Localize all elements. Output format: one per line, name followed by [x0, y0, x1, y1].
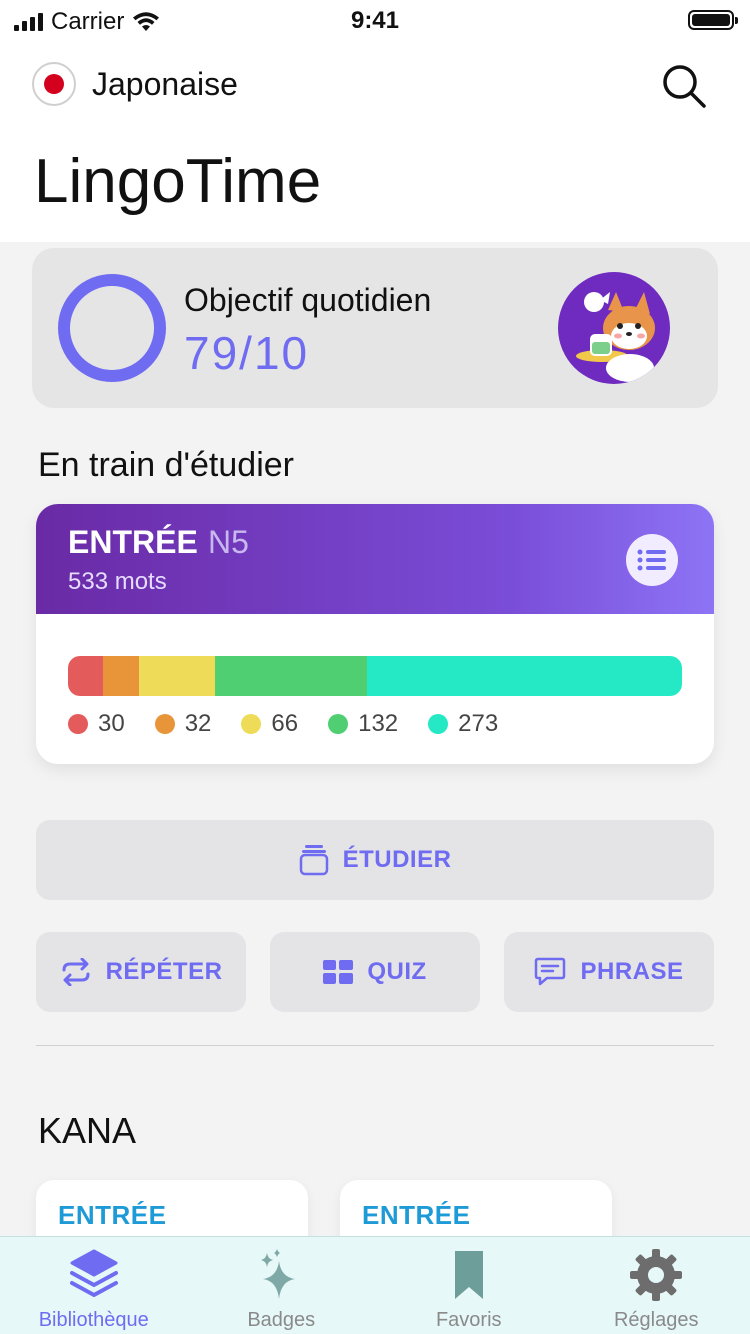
goal-progress-ring [58, 274, 166, 382]
study-button-label: ÉTUDIER [342, 846, 452, 873]
deck-header: ENTRÉE N5 533 mots [36, 504, 714, 614]
section-divider [36, 1045, 714, 1046]
status-time: 9:41 [350, 7, 400, 34]
legend-item: 273 [428, 710, 498, 738]
deck-level: N5 [208, 524, 249, 560]
goal-value: 79/10 [184, 327, 310, 379]
app-title: LingoTime [34, 147, 322, 216]
progress-segment [68, 656, 103, 696]
kana-card-label: ENTRÉE [362, 1200, 471, 1230]
grid-icon [323, 960, 354, 984]
legend-item: 30 [68, 710, 125, 738]
language-selector[interactable]: Japonaise [32, 62, 238, 106]
studying-section-title: En train d'étudier [38, 446, 294, 484]
legend-dot [428, 714, 449, 734]
legend-value: 32 [184, 710, 212, 737]
mastery-legend: 30 32 66 132 273 [68, 710, 498, 738]
legend-value: 66 [271, 710, 299, 737]
tab-bar: Bibliothèque Badges Favoris Réglages [0, 1236, 750, 1334]
chat-bubble-icon [535, 957, 566, 986]
tab-favorites-label: Favoris [435, 1309, 502, 1331]
goal-label: Objectif quotidien [184, 282, 432, 318]
quiz-button-label: QUIZ [367, 958, 427, 985]
progress-segment [367, 656, 682, 696]
progress-segment [215, 656, 368, 696]
legend-value: 273 [458, 710, 499, 737]
legend-item: 32 [154, 710, 212, 738]
battery-icon [688, 10, 738, 30]
phrase-button[interactable]: PHRASE [504, 932, 714, 1012]
progress-segment [139, 656, 216, 696]
layers-icon [69, 1249, 118, 1297]
mastery-progress-bar [68, 656, 682, 696]
tab-settings[interactable]: Réglages [563, 1237, 750, 1334]
study-button[interactable]: ÉTUDIER [36, 820, 714, 900]
phrase-button-label: PHRASE [580, 958, 684, 985]
tab-favorites[interactable]: Favoris [375, 1237, 563, 1334]
study-deck-card[interactable]: ENTRÉE N5 533 mots 30 32 66 132 273 [36, 504, 714, 764]
tab-settings-label: Réglages [613, 1309, 699, 1331]
repeat-button-label: RÉPÉTER [105, 958, 223, 985]
progress-segment [102, 656, 140, 696]
legend-value: 30 [98, 710, 125, 737]
daily-goal-card[interactable]: Objectif quotidien 79/10 [32, 248, 718, 408]
search-icon[interactable] [660, 62, 708, 110]
legend-dot [328, 714, 349, 734]
sparkles-icon [261, 1249, 296, 1299]
legend-value: 132 [358, 710, 399, 737]
japan-flag-icon [32, 62, 76, 106]
tab-library[interactable]: Bibliothèque [0, 1237, 188, 1334]
repeat-button[interactable]: RÉPÉTER [36, 932, 246, 1012]
tab-badges[interactable]: Badges [188, 1237, 376, 1334]
legend-dot [68, 714, 88, 734]
cards-icon [299, 845, 328, 876]
tab-library-label: Bibliothèque [38, 1309, 149, 1331]
kana-section-title: KANA [38, 1110, 137, 1151]
legend-dot [154, 714, 175, 734]
list-icon[interactable] [626, 534, 678, 586]
repeat-icon [62, 958, 90, 986]
language-name: Japonaise [92, 65, 238, 102]
gear-icon [630, 1249, 683, 1301]
legend-item: 132 [328, 710, 398, 738]
shiba-mascot-icon [558, 272, 670, 384]
bookmark-icon [454, 1251, 483, 1299]
quiz-button[interactable]: QUIZ [270, 932, 480, 1012]
deck-word-count: 533 mots [68, 568, 167, 595]
legend-item: 66 [241, 710, 298, 738]
status-bar: Carrier 9:41 [0, 0, 750, 42]
tab-badges-label: Badges [247, 1309, 316, 1331]
legend-dot [241, 714, 262, 734]
kana-card-label: ENTRÉE [58, 1200, 167, 1230]
deck-name: ENTRÉE [68, 524, 198, 560]
